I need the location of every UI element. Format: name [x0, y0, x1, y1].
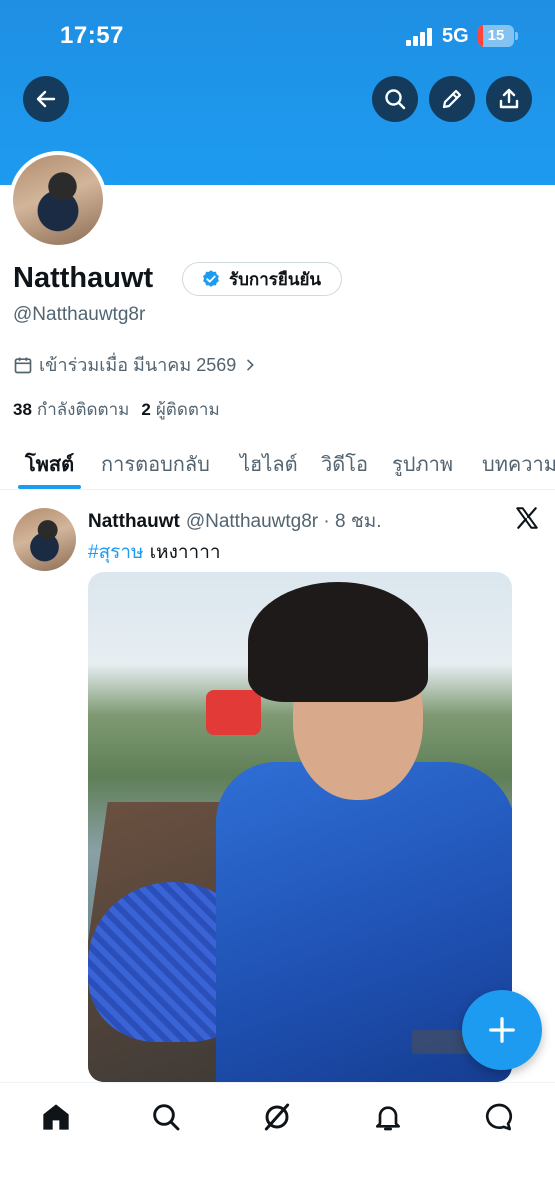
arrow-left-icon [36, 90, 56, 108]
grok-icon[interactable] [261, 1101, 293, 1133]
joined-date[interactable]: เข้าร่วมเมื่อ มีนาคม 2569 [13, 350, 258, 379]
compose-post-button[interactable] [462, 990, 542, 1070]
edit-button[interactable] [429, 76, 475, 122]
post-hashtag[interactable]: #สุราษ [88, 542, 144, 563]
notifications-bell-icon[interactable] [372, 1101, 404, 1133]
battery-nub [515, 32, 518, 40]
x-logo-icon[interactable] [514, 505, 540, 531]
messages-icon[interactable] [483, 1101, 515, 1133]
follow-stats: 38 กำลังติดตาม 2 ผู้ติดตาม [13, 396, 220, 423]
post-text: #สุราษ เหงาาาา [88, 537, 221, 567]
followers-count: 2 [141, 400, 151, 419]
post-meta: @Natthauwtg8r · 8 ชม. [185, 511, 382, 532]
network-type: 5G [442, 25, 469, 47]
profile-tabs: โพสต์ การตอบกลับ ไฮไลต์ วิดีโอ รูปภาพ บท… [0, 440, 555, 490]
battery-icon: 15 [478, 25, 514, 47]
bottom-navigation [0, 1082, 555, 1200]
share-upload-icon [499, 88, 519, 109]
tab-highlights[interactable]: ไฮไลต์ [240, 448, 298, 480]
profile-name: Natthauwt [13, 262, 154, 294]
status-bar: 17:57 5G 15 [0, 0, 555, 72]
followers-label: ผู้ติดตาม [155, 400, 220, 419]
tab-videos[interactable]: วิดีโอ [321, 448, 368, 480]
post-body: เหงาาาา [149, 542, 221, 563]
verify-label: รับการยืนยัน [229, 269, 322, 289]
verified-badge-icon [203, 270, 219, 287]
avatar-image [13, 155, 103, 245]
search-icon[interactable] [150, 1101, 182, 1133]
tab-media[interactable]: รูปภาพ [392, 448, 453, 480]
image-engine [206, 690, 261, 735]
pencil-icon [442, 89, 462, 109]
following-link[interactable]: 38 กำลังติดตาม [13, 396, 129, 423]
profile-handle: @Natthauwtg8r [13, 304, 146, 325]
home-icon[interactable] [40, 1101, 72, 1133]
following-count: 38 [13, 400, 32, 419]
post-image[interactable] [88, 572, 512, 1082]
back-button[interactable] [23, 76, 69, 122]
search-button[interactable] [372, 76, 418, 122]
following-label: กำลังติดตาม [36, 400, 130, 419]
profile-avatar[interactable] [9, 151, 107, 249]
share-button[interactable] [486, 76, 532, 122]
chevron-right-icon [247, 359, 255, 370]
get-verified-button[interactable]: รับการยืนยัน [182, 262, 342, 296]
battery-level: 15 [487, 27, 505, 44]
post-author-name[interactable]: Natthauwt [88, 511, 180, 532]
status-time: 17:57 [60, 22, 124, 49]
tab-posts[interactable]: โพสต์ [25, 448, 74, 480]
plus-icon [489, 1017, 515, 1043]
image-hair [248, 582, 428, 702]
search-icon [385, 89, 406, 110]
followers-link[interactable]: 2 ผู้ติดตาม [141, 396, 219, 423]
tab-articles[interactable]: บทความ [482, 448, 555, 480]
post-header: Natthauwt @Natthauwtg8r · 8 ชม. [88, 506, 382, 536]
calendar-icon [14, 357, 32, 373]
active-tab-indicator [18, 485, 81, 489]
post-author-avatar[interactable] [13, 508, 76, 571]
tab-replies[interactable]: การตอบกลับ [101, 448, 210, 480]
signal-icon [406, 28, 434, 46]
joined-text: เข้าร่วมเมื่อ มีนาคม 2569 [39, 355, 237, 375]
